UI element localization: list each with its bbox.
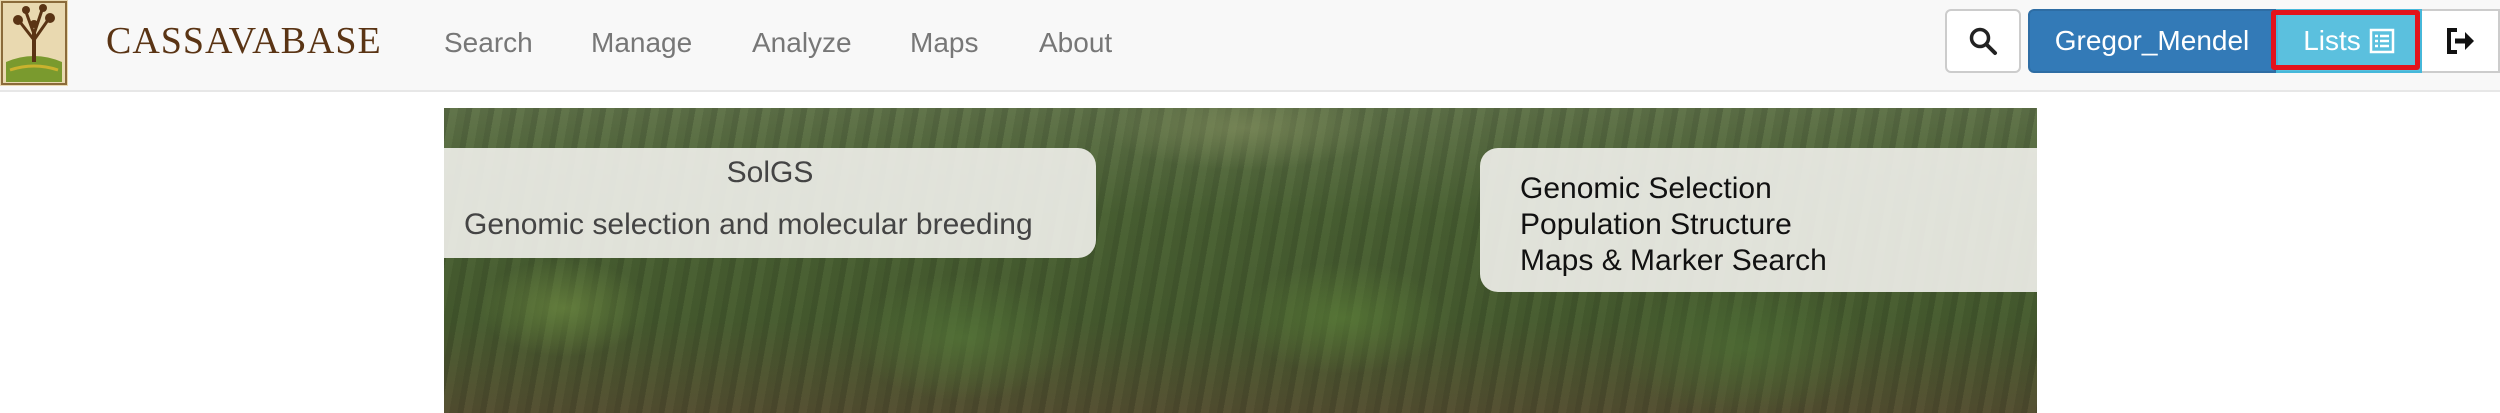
- top-navbar: CASSAVABASE Search Manage Analyze Maps A…: [0, 0, 2500, 92]
- nav-analyze[interactable]: Analyze: [752, 24, 852, 62]
- nav-about[interactable]: About: [1039, 24, 1112, 62]
- logout-button[interactable]: [2422, 9, 2500, 73]
- nav-manage[interactable]: Manage: [591, 24, 692, 62]
- feature-genomic-selection[interactable]: Genomic Selection: [1520, 172, 1772, 206]
- user-profile-button[interactable]: Gregor_Mendel: [2028, 9, 2276, 73]
- nav-maps[interactable]: Maps: [910, 24, 978, 62]
- brand-name[interactable]: CASSAVABASE: [106, 18, 382, 64]
- search-icon: [1969, 27, 1997, 55]
- lists-label: Lists: [2303, 25, 2361, 56]
- list-icon: [2369, 28, 2395, 54]
- nav-search[interactable]: Search: [444, 24, 533, 62]
- hero-title: SolGS: [726, 156, 814, 189]
- feature-maps-marker-search[interactable]: Maps & Marker Search: [1520, 244, 1827, 278]
- hero-banner: SolGS Genomic selection and molecular br…: [444, 108, 2037, 413]
- cassava-logo[interactable]: [0, 0, 68, 86]
- logout-icon: [2447, 28, 2474, 54]
- search-button[interactable]: [1945, 9, 2021, 73]
- hero-subtitle: Genomic selection and molecular breeding: [464, 208, 1033, 241]
- solgs-panel: SolGS Genomic selection and molecular br…: [444, 148, 1096, 258]
- feature-population-structure[interactable]: Population Structure: [1520, 208, 1792, 242]
- lists-button[interactable]: Lists: [2276, 9, 2422, 73]
- features-panel: Genomic Selection Population Structure M…: [1480, 148, 2037, 292]
- user-name-label: Gregor_Mendel: [2054, 25, 2250, 56]
